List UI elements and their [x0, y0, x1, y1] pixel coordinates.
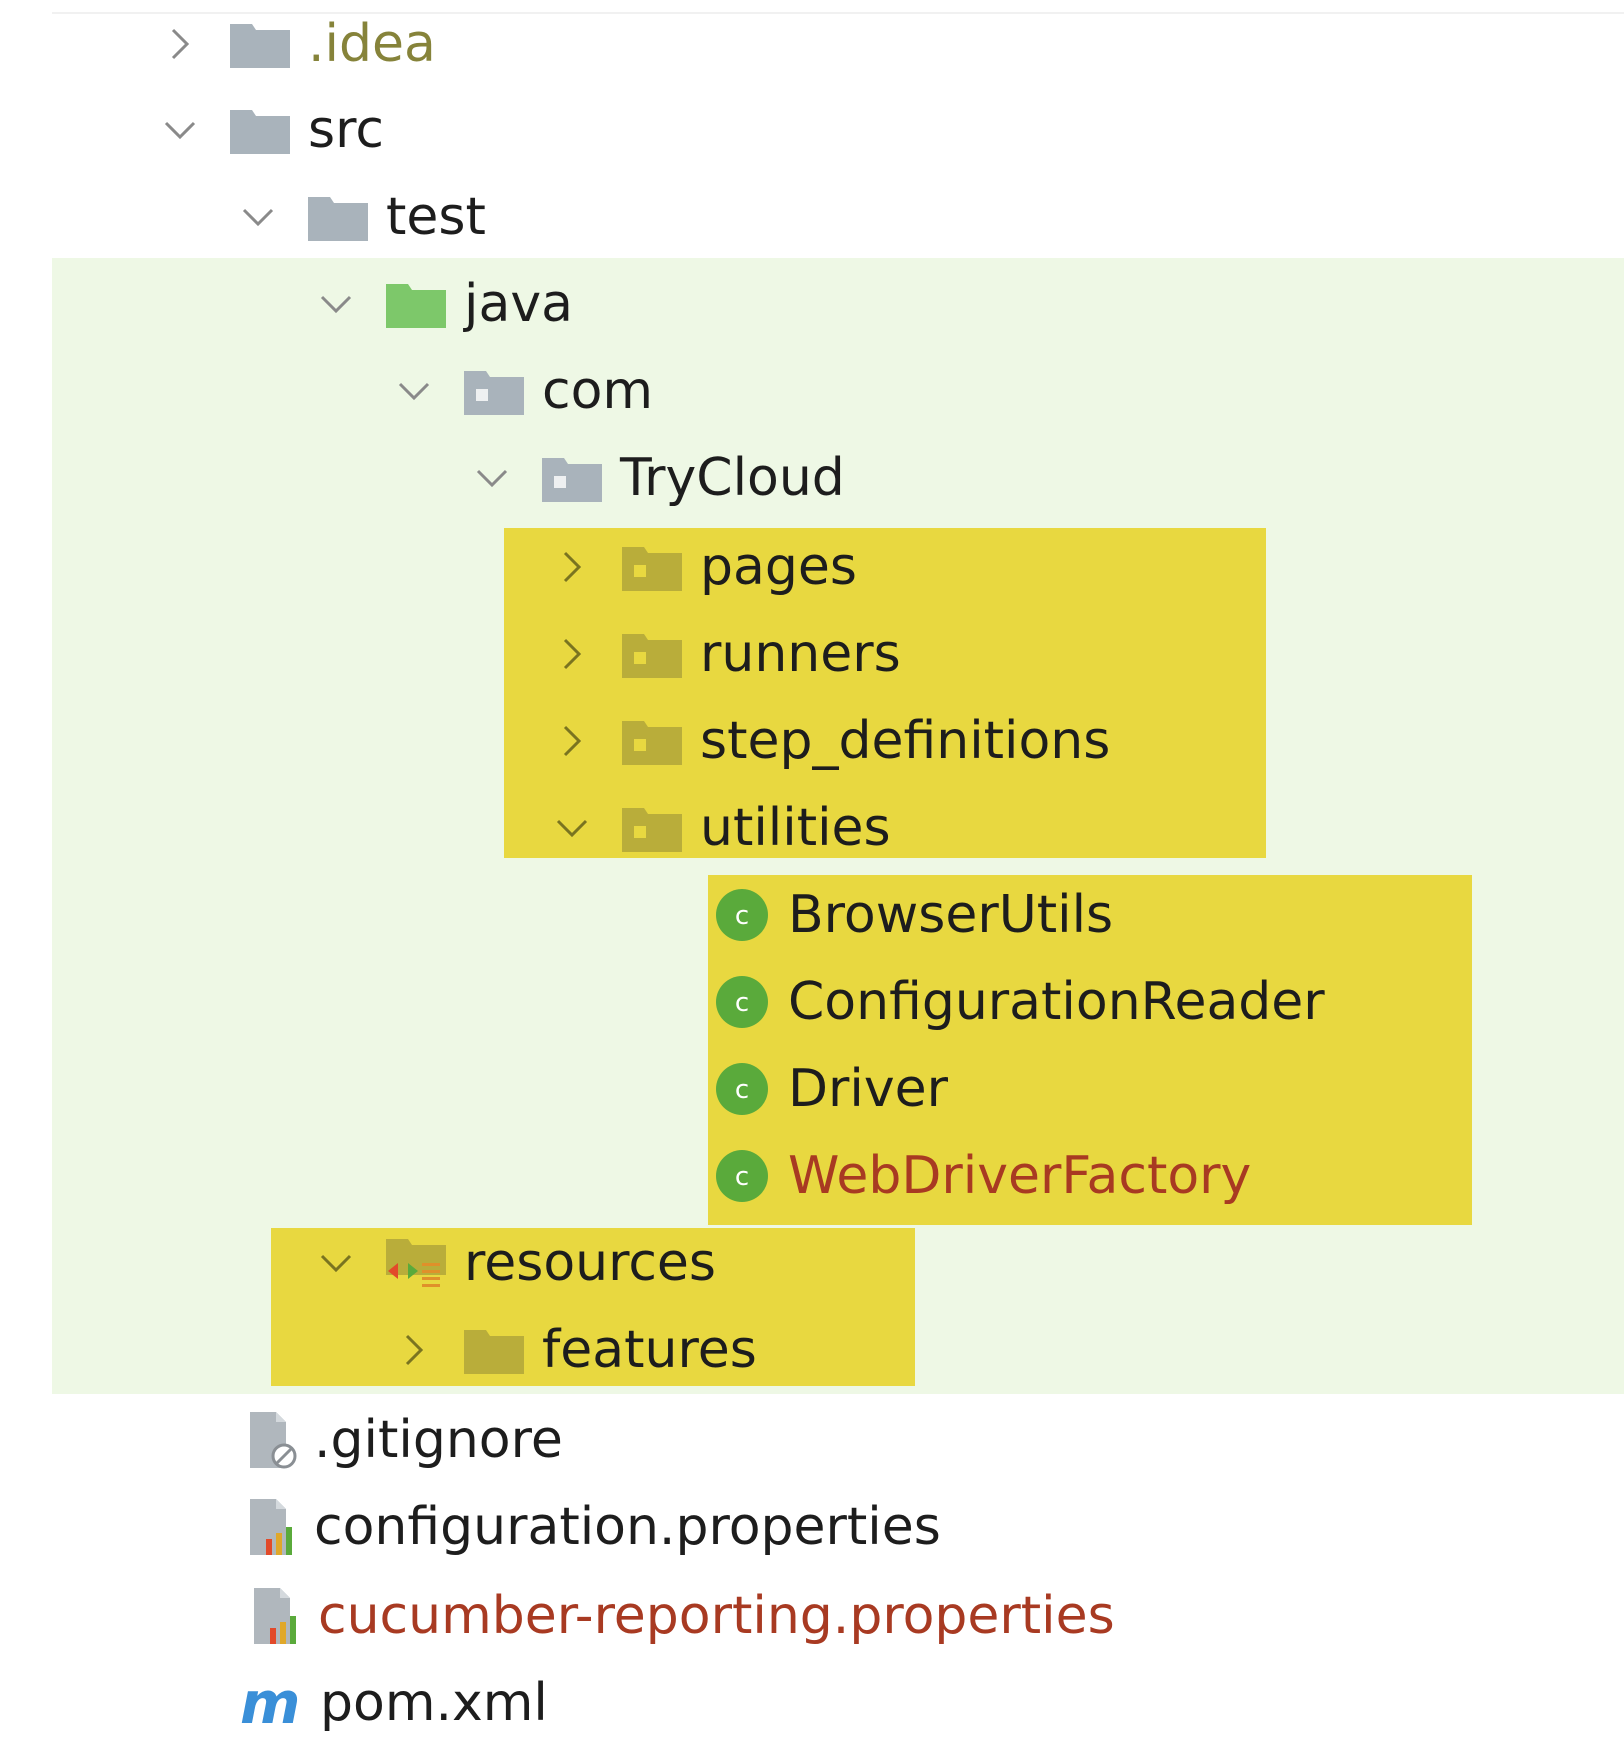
tree-node-label: cucumber-reporting.properties	[318, 1585, 1115, 1646]
chevron-right-icon[interactable]	[390, 1326, 438, 1374]
properties-file-icon	[246, 1498, 302, 1555]
chevron-down-icon[interactable]	[548, 804, 596, 852]
tree-node-features[interactable]: features	[390, 1306, 757, 1393]
properties-file-icon	[250, 1587, 306, 1644]
tree-node-src[interactable]: src	[156, 86, 384, 173]
tree-node-label: BrowserUtils	[788, 884, 1114, 945]
chevron-down-icon[interactable]	[390, 367, 438, 415]
chevron-down-icon[interactable]	[156, 106, 204, 154]
class-icon: c	[712, 888, 772, 941]
folder-icon	[228, 104, 292, 156]
chevron-down-icon[interactable]	[468, 454, 516, 502]
tree-node-idea[interactable]: .idea	[156, 0, 436, 87]
svg-text:c: c	[735, 1075, 749, 1105]
tree-node-driver[interactable]: c Driver	[712, 1045, 948, 1132]
chevron-down-icon[interactable]	[234, 193, 282, 241]
folder-icon	[462, 1324, 526, 1376]
tree-node-label: java	[464, 273, 573, 334]
tree-node-label: test	[386, 186, 486, 247]
package-icon	[620, 802, 684, 854]
tree-node-label: .gitignore	[314, 1409, 563, 1470]
class-icon: c	[712, 1149, 772, 1202]
tree-node-label: pom.xml	[320, 1672, 548, 1733]
package-icon	[620, 628, 684, 680]
tree-node-label: configuration.properties	[314, 1496, 941, 1557]
tree-node-label: ConfigurationReader	[788, 971, 1325, 1032]
package-icon	[620, 541, 684, 593]
tree-node-java[interactable]: java	[312, 260, 573, 347]
chevron-right-icon[interactable]	[548, 630, 596, 678]
tree-node-configuration-properties[interactable]: configuration.properties	[246, 1483, 941, 1570]
tree-node-label: com	[542, 360, 654, 421]
tree-node-browser-utils[interactable]: c BrowserUtils	[712, 871, 1113, 958]
tree-node-label: Driver	[788, 1058, 949, 1119]
tree-node-gitignore[interactable]: .gitignore	[246, 1396, 563, 1483]
tree-node-pages[interactable]: pages	[548, 523, 857, 610]
tree-node-resources[interactable]: resources	[312, 1219, 716, 1306]
ignore-file-icon	[246, 1411, 302, 1468]
class-icon: c	[712, 975, 772, 1028]
tree-node-label: TryCloud	[620, 447, 845, 508]
folder-icon	[228, 18, 292, 70]
test-source-root-icon	[384, 278, 448, 330]
maven-icon: m	[238, 1675, 306, 1731]
tree-node-test[interactable]: test	[234, 173, 486, 260]
tree-node-runners[interactable]: runners	[548, 610, 901, 697]
tree-node-trycloud[interactable]: TryCloud	[468, 434, 845, 521]
tree-node-label: features	[542, 1319, 757, 1380]
tree-node-label: resources	[464, 1232, 717, 1293]
svg-text:m: m	[240, 1675, 300, 1731]
chevron-down-icon[interactable]	[312, 280, 360, 328]
svg-text:c: c	[735, 988, 749, 1018]
chevron-right-icon[interactable]	[548, 717, 596, 765]
resources-root-icon	[384, 1237, 448, 1289]
tree-node-configuration-reader[interactable]: c ConfigurationReader	[712, 958, 1325, 1045]
tree-node-label: step_definitions	[700, 710, 1111, 771]
chevron-down-icon[interactable]	[312, 1239, 360, 1287]
class-icon: c	[712, 1062, 772, 1115]
package-icon	[540, 452, 604, 504]
tree-node-label: utilities	[700, 797, 891, 858]
chevron-right-icon[interactable]	[156, 20, 204, 68]
chevron-right-icon[interactable]	[548, 543, 596, 591]
tree-node-utilities[interactable]: utilities	[548, 784, 891, 871]
package-icon	[462, 365, 526, 417]
tree-node-label: WebDriverFactory	[788, 1145, 1252, 1206]
tree-node-cucumber-reporting-properties[interactable]: cucumber-reporting.properties	[250, 1572, 1115, 1659]
package-icon	[620, 715, 684, 767]
tree-node-label: src	[308, 99, 384, 160]
svg-text:c: c	[735, 1162, 749, 1192]
tree-node-com[interactable]: com	[390, 347, 653, 434]
svg-text:c: c	[735, 901, 749, 931]
tree-node-label: runners	[700, 623, 901, 684]
tree-node-pom-xml[interactable]: m pom.xml	[238, 1659, 548, 1746]
tree-node-label: pages	[700, 536, 857, 597]
tree-node-webdriver-factory[interactable]: c WebDriverFactory	[712, 1132, 1251, 1219]
tree-node-step-definitions[interactable]: step_definitions	[548, 697, 1110, 784]
folder-icon	[306, 191, 370, 243]
tree-node-label: .idea	[308, 13, 436, 74]
